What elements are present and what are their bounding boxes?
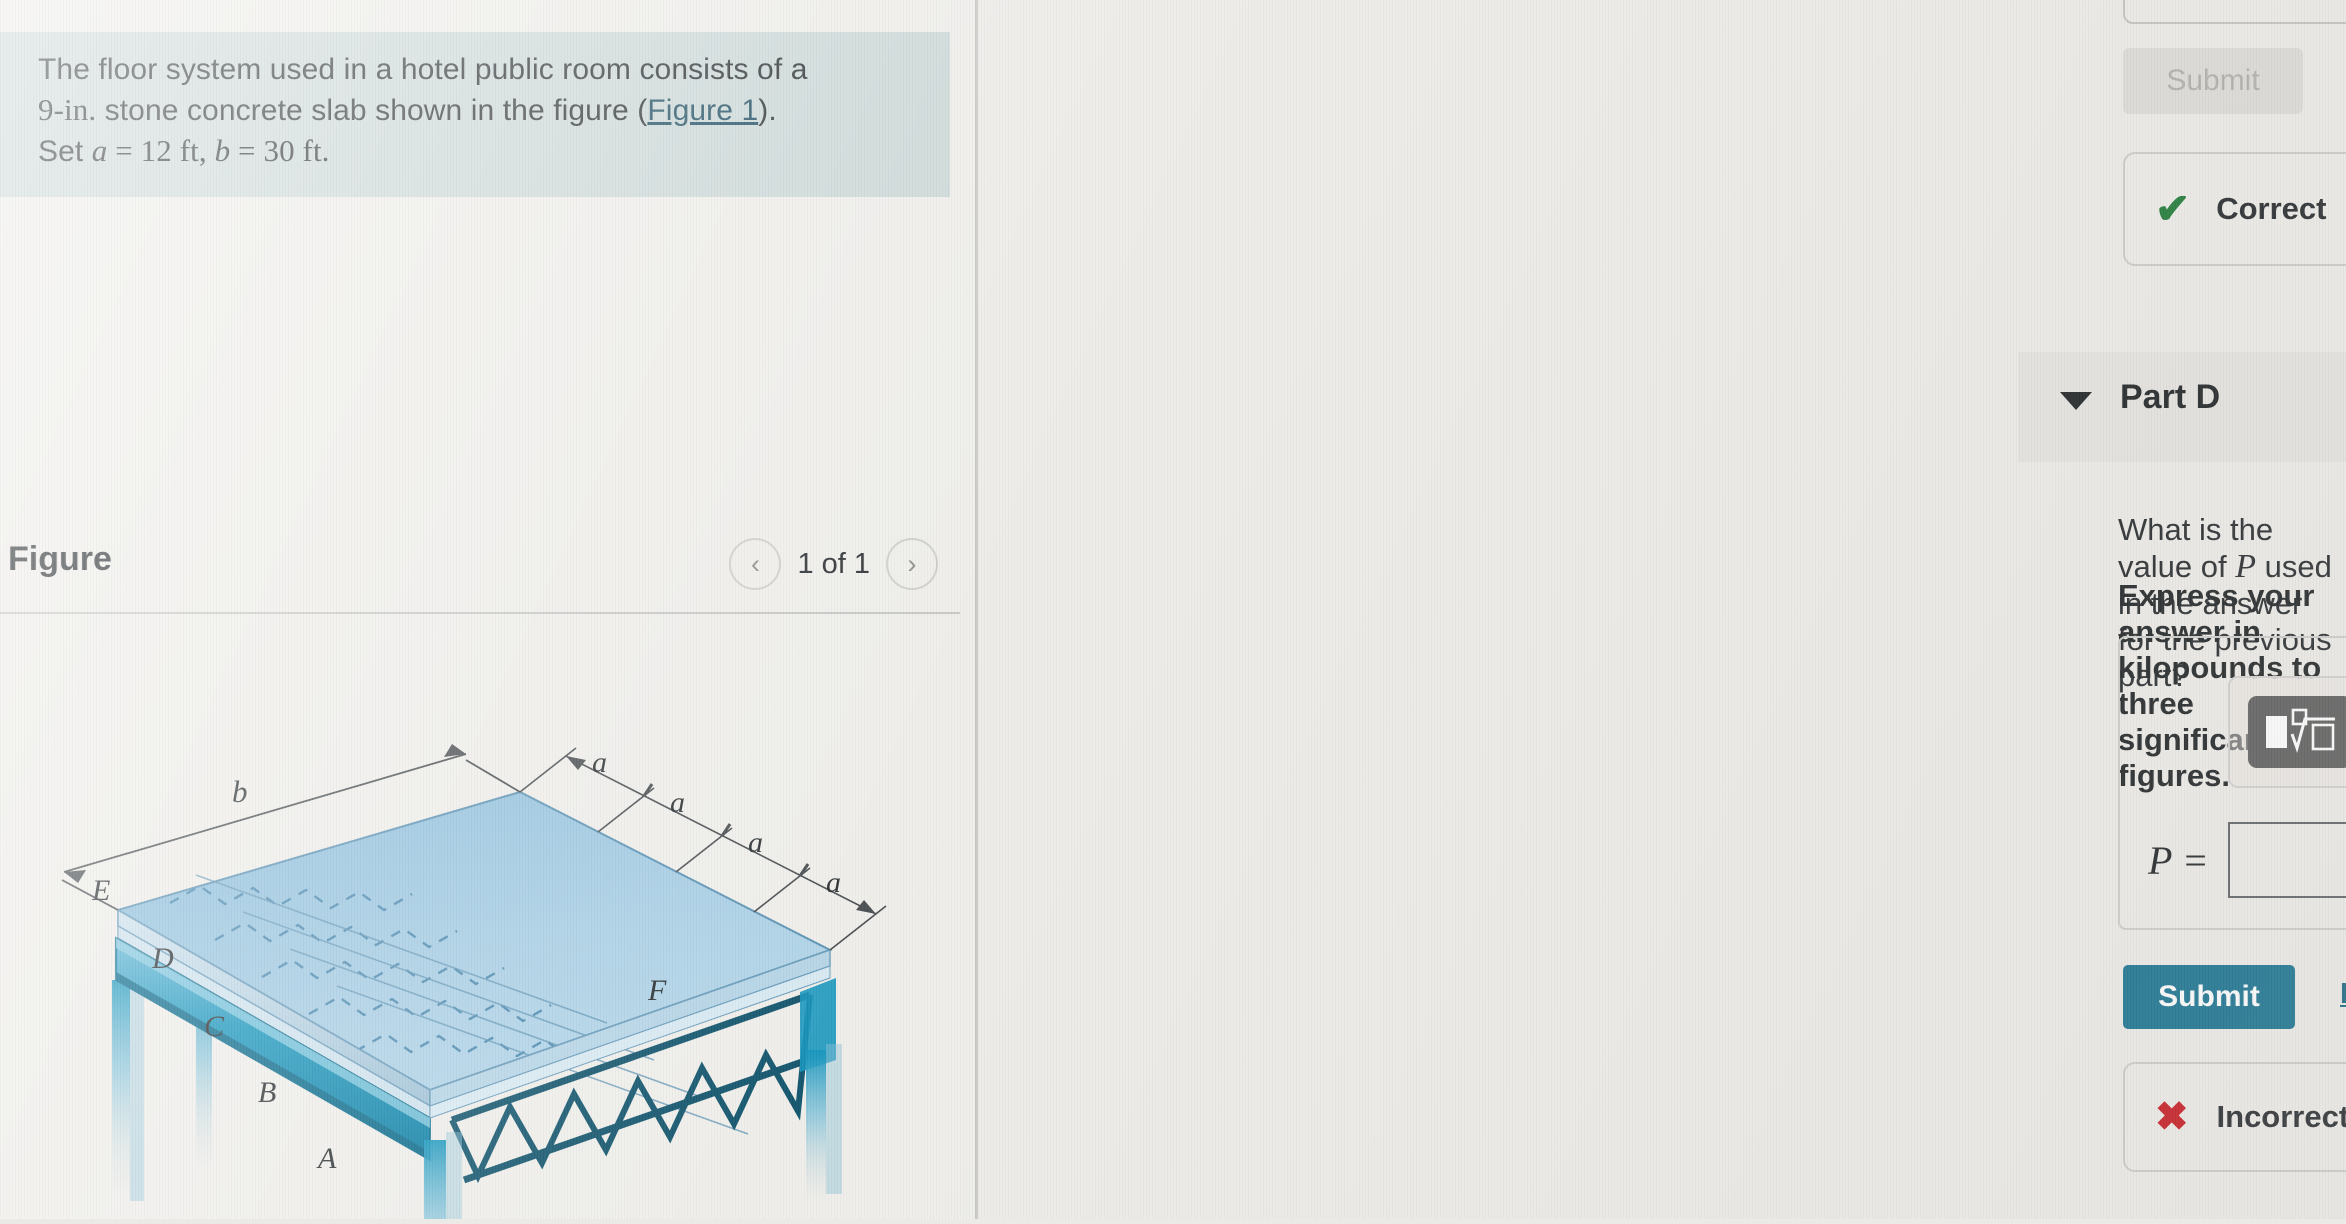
incorrect-label: Incorrect; Try Again; 3 attempts remaini… — [2216, 1099, 2346, 1134]
var-b: b — [214, 132, 231, 168]
value-b: 30 ft — [263, 132, 322, 168]
part-d-title: Part D — [2120, 378, 2221, 416]
answer-input[interactable] — [2228, 822, 2346, 898]
submit-button[interactable]: Submit — [2123, 965, 2295, 1029]
answer-input-row: P = k — [2148, 810, 2346, 910]
previous-answers-link[interactable]: Previous Answers — [2340, 978, 2346, 1011]
chevron-left-icon[interactable]: ‹ — [729, 538, 782, 590]
figure-pager-label: 1 of 1 — [797, 547, 870, 580]
statement-text-3: ). — [758, 93, 777, 127]
answer-label: P = — [2148, 837, 2209, 883]
var-a: a — [91, 132, 108, 168]
statement-line-2: 9-in. stone concrete slab shown in the f… — [38, 90, 924, 131]
eq-1: = — [107, 132, 141, 168]
dimension-label-a-4: a — [826, 866, 841, 899]
dimension-label-a-3: a — [748, 826, 763, 859]
column-front-right — [800, 978, 842, 1200]
figure-header: Figure ‹ 1 of 1 › — [0, 530, 960, 608]
dimension-label-a-1: a — [592, 746, 607, 779]
cross-icon: ✖ — [2155, 1095, 2189, 1139]
incorrect-feedback-box: ✖ Incorrect; Try Again; 3 attempts remai… — [2123, 1062, 2346, 1172]
dimension-label-b: b — [232, 774, 248, 809]
correct-feedback-box: ✔ Correct — [2123, 152, 2346, 266]
comma: , — [198, 132, 215, 168]
correct-label: Correct — [2216, 191, 2327, 226]
point-label-B: B — [258, 1076, 276, 1109]
caret-down-icon[interactable] — [2060, 392, 2092, 410]
figure-image[interactable]: b a a a a E D C B A F — [0, 620, 975, 1224]
point-label-A: A — [316, 1142, 337, 1175]
chevron-right-icon[interactable]: › — [886, 538, 938, 590]
previous-part-card-edge — [2123, 0, 2346, 24]
right-panel: Submit Previous Answers ✔ Correct Part D… — [978, 0, 2346, 1219]
set-word: Set — [38, 134, 92, 168]
figure-1-link[interactable]: Figure 1 — [647, 94, 758, 127]
value-a: 12 ft — [140, 132, 199, 168]
math-toolbar: ΑΣφ ⇵ vec — [2228, 676, 2346, 788]
statement-text-1: The floor system used in a hotel public … — [38, 53, 808, 86]
template-sqrt-icon[interactable] — [2248, 696, 2346, 768]
point-label-C: C — [204, 1010, 225, 1043]
figure-title: Figure — [8, 540, 112, 578]
dimension-label-a-2: a — [670, 786, 685, 819]
point-label-D: D — [151, 942, 174, 975]
statement-line-1: The floor system used in a hotel public … — [38, 50, 924, 90]
statement-line-3: Set a = 12 ft, b = 30 ft. — [38, 131, 924, 172]
problem-statement: The floor system used in a hotel public … — [0, 32, 950, 198]
point-label-F: F — [647, 974, 667, 1007]
slab-thickness: 9-in. — [38, 91, 97, 127]
point-label-E: E — [91, 874, 110, 907]
left-panel: The floor system used in a hotel public … — [0, 0, 975, 1224]
statement-text-2: stone concrete slab shown in the figure … — [96, 93, 648, 127]
figure-divider — [0, 612, 960, 614]
check-icon: ✔ — [2155, 185, 2191, 232]
eq-2: = — [230, 132, 264, 168]
submit-button-disabled: Submit — [2123, 48, 2303, 114]
column-front-left — [424, 1132, 462, 1224]
period: . — [321, 132, 330, 168]
figure-pager: ‹ 1 of 1 › — [729, 538, 938, 590]
